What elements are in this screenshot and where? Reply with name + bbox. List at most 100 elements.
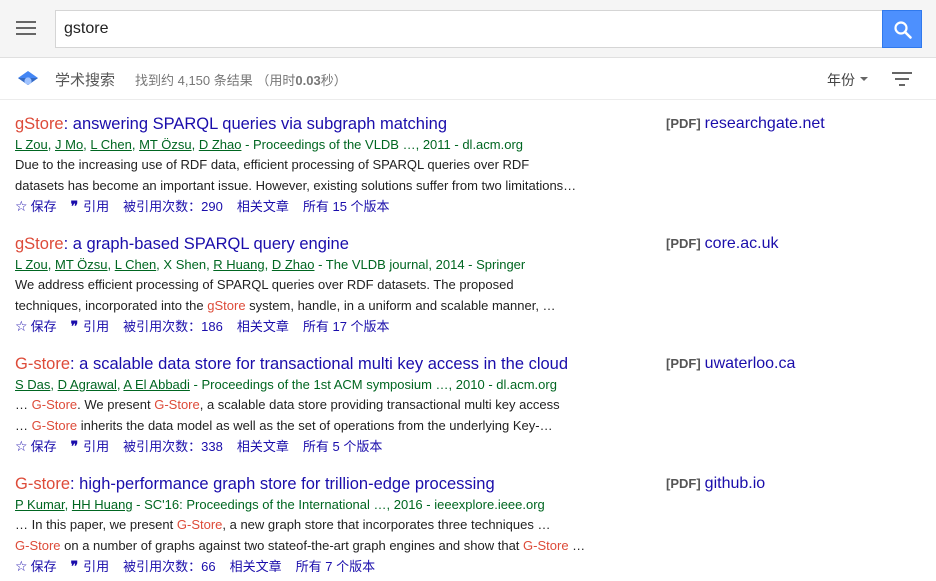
author-link[interactable]: L Chen: [115, 257, 156, 272]
cite-button[interactable]: ❞ 引用: [71, 438, 110, 456]
save-label: 保存: [30, 439, 57, 454]
title-text: : a graph-based SPARQL query engine: [63, 235, 349, 253]
result-stats: 找到约 4,150 条结果 （用时0.03秒）: [135, 73, 347, 88]
pdf-site: github.io: [704, 475, 766, 492]
pdf-link[interactable]: [PDF] uwaterloo.ca: [666, 355, 795, 373]
brand-label[interactable]: 学术搜索: [55, 69, 115, 90]
result-title-link[interactable]: G-store: high-performance graph store fo…: [15, 474, 915, 494]
author-link[interactable]: L Zou: [15, 137, 48, 152]
cite-button[interactable]: ❞ 引用: [71, 198, 110, 216]
result-source: - Proceedings of the 1st ACM symposium ……: [189, 377, 557, 392]
snippet-text: …: [15, 397, 32, 412]
all-versions-link[interactable]: 所有 17 个版本: [303, 318, 390, 336]
title-text: : answering SPARQL queries via subgraph …: [63, 115, 447, 133]
search-input[interactable]: [56, 11, 883, 47]
author-link[interactable]: D Zhao: [199, 137, 242, 152]
filter-icon[interactable]: [891, 71, 913, 87]
result-title-link[interactable]: gStore: a graph-based SPARQL query engin…: [15, 234, 915, 254]
all-versions-link[interactable]: 所有 15 个版本: [303, 198, 390, 216]
cite-label: 引用: [83, 199, 110, 214]
caret-down-icon: [860, 77, 868, 82]
cite-button[interactable]: ❞ 引用: [71, 558, 110, 576]
related-articles-link[interactable]: 相关文章: [230, 558, 282, 576]
author-link[interactable]: D Zhao: [272, 257, 315, 272]
snippet-highlight: G-Store: [154, 397, 200, 412]
result-snippet-line: We address efficient processing of SPARQ…: [15, 275, 915, 295]
star-icon: ☆: [15, 438, 28, 454]
search-icon: [894, 21, 912, 39]
pdf-link[interactable]: [PDF] researchgate.net: [666, 115, 825, 133]
pdf-site: researchgate.net: [704, 115, 825, 132]
author-link[interactable]: MT Özsu: [139, 137, 192, 152]
cited-by-link[interactable]: 被引用次数：290: [123, 198, 223, 216]
snippet-highlight: G-Store: [31, 397, 78, 412]
search-button[interactable]: [882, 10, 922, 48]
author-link[interactable]: HH Huang: [72, 497, 133, 512]
snippet-highlight: G-Store: [31, 418, 78, 433]
year-filter-button[interactable]: 年份: [827, 70, 868, 90]
save-button[interactable]: ☆ 保存: [15, 317, 57, 336]
star-icon: ☆: [15, 318, 28, 334]
all-versions-link[interactable]: 所有 7 个版本: [296, 558, 375, 576]
snippet-text: system, handle, in a uniform and scalabl…: [245, 298, 556, 313]
related-articles-link[interactable]: 相关文章: [237, 198, 289, 216]
author-link[interactable]: L Chen: [90, 137, 131, 152]
author-link[interactable]: MT Özsu: [55, 257, 108, 272]
top-search-bar: [0, 0, 936, 58]
snippet-text: We address efficient processing of SPARQ…: [15, 277, 514, 292]
title-text: : high-performance graph store for trill…: [70, 475, 495, 493]
snippet-highlight: gStore: [207, 298, 246, 313]
save-button[interactable]: ☆ 保存: [15, 197, 57, 216]
result-snippet-line: techniques, incorporated into the gStore…: [15, 296, 915, 316]
cited-by-link[interactable]: 被引用次数：338: [123, 438, 223, 456]
result-snippet-line: Due to the increasing use of RDF data, e…: [15, 155, 915, 175]
snippet-text: inherits the data model as well as the s…: [77, 418, 553, 433]
star-icon: ☆: [15, 198, 28, 214]
author-link[interactable]: R Huang: [213, 257, 264, 272]
snippet-highlight: G-Store: [15, 538, 61, 553]
pdf-link[interactable]: [PDF] core.ac.uk: [666, 235, 778, 253]
save-button[interactable]: ☆ 保存: [15, 557, 57, 576]
author-link[interactable]: S Das: [15, 377, 50, 392]
save-label: 保存: [30, 319, 57, 334]
scholar-logo-icon[interactable]: [17, 69, 39, 89]
author-link[interactable]: P Kumar: [15, 497, 65, 512]
quote-icon: ❞: [70, 199, 79, 215]
snippet-highlight: G-Store: [523, 538, 569, 553]
all-versions-link[interactable]: 所有 5 个版本: [303, 438, 382, 456]
author-link[interactable]: L Zou: [15, 257, 48, 272]
cited-by-link[interactable]: 被引用次数：186: [123, 318, 223, 336]
save-button[interactable]: ☆ 保存: [15, 437, 57, 456]
author-link[interactable]: J Mo: [55, 137, 83, 152]
author-link[interactable]: A El Abbadi: [123, 377, 190, 392]
snippet-text: datasets has become an important issue. …: [15, 178, 577, 193]
result-source: - The VLDB journal, 2014 - Springer: [314, 257, 526, 272]
cited-by-link[interactable]: 被引用次数：66: [123, 558, 215, 576]
result-actions: ☆ 保存 ❞ 引用 被引用次数：186 相关文章 所有 17 个版本: [15, 317, 915, 336]
title-highlight: gStore: [15, 235, 64, 253]
pdf-site: uwaterloo.ca: [704, 355, 796, 372]
author-link[interactable]: D Agrawal: [58, 377, 117, 392]
quote-icon: ❞: [70, 559, 79, 575]
pdf-tag: [PDF]: [666, 476, 701, 491]
quote-icon: ❞: [70, 319, 79, 335]
result-authors: L Zou, MT Özsu, L Chen, X Shen, R Huang,…: [15, 257, 526, 272]
pdf-link[interactable]: [PDF] github.io: [666, 475, 765, 493]
pdf-tag: [PDF]: [666, 356, 701, 371]
result-authors: P Kumar, HH Huang - SC'16: Proceedings o…: [15, 497, 545, 512]
results-header: 学术搜索 找到约 4,150 条结果 （用时0.03秒） 年份: [0, 58, 936, 100]
result-snippet-line: datasets has become an important issue. …: [15, 176, 915, 196]
related-articles-link[interactable]: 相关文章: [237, 438, 289, 456]
title-highlight: G-store: [15, 355, 71, 373]
quote-icon: ❞: [70, 439, 79, 455]
title-highlight: G-store: [15, 475, 71, 493]
snippet-text: , a scalable data store providing transa…: [199, 397, 560, 412]
search-box: [55, 10, 883, 48]
cite-label: 引用: [83, 559, 110, 574]
cite-label: 引用: [83, 319, 110, 334]
cite-button[interactable]: ❞ 引用: [71, 318, 110, 336]
result-actions: ☆ 保存 ❞ 引用 被引用次数：66 相关文章 所有 7 个版本: [15, 557, 915, 576]
snippet-text: techniques, incorporated into the: [15, 298, 208, 313]
menu-icon[interactable]: [14, 18, 38, 38]
related-articles-link[interactable]: 相关文章: [237, 318, 289, 336]
